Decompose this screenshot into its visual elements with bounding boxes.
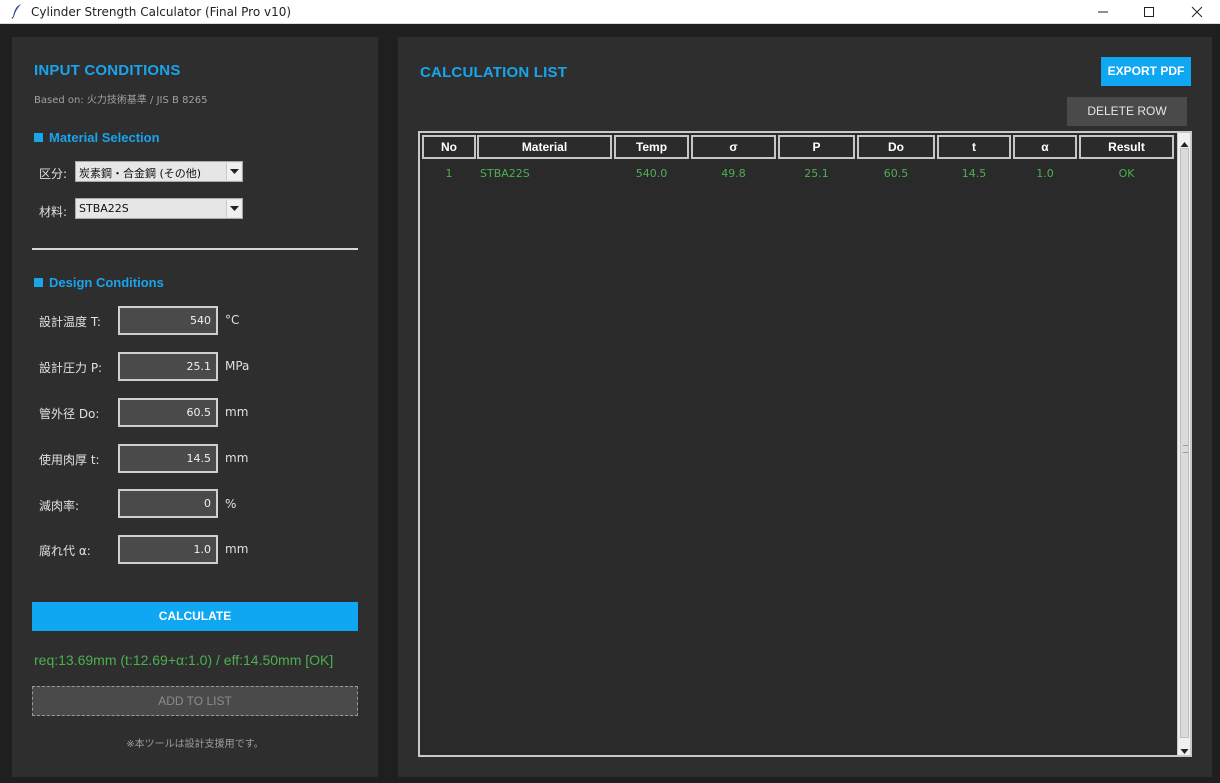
table-cell-result[interactable]: OK [1079,167,1174,180]
table-cell-pressure[interactable]: 25.1 [778,167,855,180]
column-header-alpha[interactable]: α [1013,135,1077,159]
outer-diameter-unit: mm [225,405,249,419]
calculation-result: req:13.69mm (t:12.69+α:1.0) / eff:14.50m… [34,652,334,668]
calculate-button[interactable]: CALCULATE [32,602,358,631]
input-panel: INPUT CONDITIONS Based on: 火力技術基準 / JIS … [12,37,378,777]
disclaimer-note: ※本ツールは設計支援用です。 [126,739,264,750]
corrosion-allowance-unit: mm [225,542,249,556]
minimize-icon [1098,11,1108,13]
minimize-button[interactable] [1080,0,1126,24]
table-cell-do[interactable]: 60.5 [857,167,935,180]
pressure-label: 設計圧力 P: [39,361,103,375]
table-cell-t[interactable]: 14.5 [937,167,1011,180]
window-title: Cylinder Strength Calculator (Final Pro … [31,5,292,19]
add-to-list-button[interactable]: ADD TO LIST [32,686,358,716]
design-section-title: Design Conditions [34,275,164,290]
thinning-rate-unit: % [225,497,237,511]
table-cell-alpha[interactable]: 1.0 [1013,167,1077,180]
corrosion-allowance-label: 腐れ代 α: [39,544,91,558]
square-bullet-icon [34,278,43,287]
vertical-scrollbar[interactable] [1177,133,1190,755]
title-bar: Cylinder Strength Calculator (Final Pro … [0,0,1220,24]
column-header-no[interactable]: No [422,135,476,159]
chevron-down-icon[interactable] [226,163,241,180]
column-header-do[interactable]: Do [857,135,935,159]
category-value: 炭素鋼・合金鋼 (その他) [79,167,202,180]
column-header-temp[interactable]: Temp [614,135,689,159]
table-cell-material[interactable]: STBA22S [480,167,615,180]
chevron-down-icon[interactable] [226,200,241,217]
material-value: STBA22S [79,202,129,215]
scrollbar-grip [1183,445,1188,453]
category-label: 区分: [39,167,68,181]
calculation-list-header: CALCULATION LIST [420,64,568,81]
based-on-text: Based on: 火力技術基準 / JIS B 8265 [34,95,208,106]
category-combobox[interactable]: 炭素鋼・合金鋼 (その他) [75,161,243,182]
export-pdf-button[interactable]: EXPORT PDF [1101,57,1191,86]
feather-icon [10,3,24,19]
close-icon [1191,6,1203,18]
scroll-down-icon[interactable] [1179,742,1190,754]
thinning-rate-input[interactable]: 0 [118,489,218,518]
temperature-unit: °C [225,313,240,327]
square-bullet-icon [34,133,43,142]
column-header-pressure[interactable]: P [778,135,855,159]
table-cell-temp[interactable]: 540.0 [614,167,689,180]
thickness-label: 使用肉厚 t: [39,453,100,467]
material-label: 材料: [39,205,68,219]
pressure-input[interactable]: 25.1 [118,352,218,381]
outer-diameter-label: 管外径 Do: [39,407,100,421]
divider [32,248,358,250]
input-conditions-header: INPUT CONDITIONS [34,62,181,79]
material-section-title: Material Selection [34,130,160,145]
outer-diameter-input[interactable]: 60.5 [118,398,218,427]
table-cell-sigma[interactable]: 49.8 [691,167,776,180]
corrosion-allowance-input[interactable]: 1.0 [118,535,218,564]
material-combobox[interactable]: STBA22S [75,198,243,219]
maximize-icon [1144,7,1154,17]
column-header-sigma[interactable]: σ [691,135,776,159]
column-header-material[interactable]: Material [477,135,612,159]
thickness-input[interactable]: 14.5 [118,444,218,473]
delete-row-button[interactable]: DELETE ROW [1067,97,1187,126]
scrollbar-thumb[interactable] [1180,148,1189,738]
temperature-label: 設計温度 T: [39,315,101,329]
pressure-unit: MPa [225,359,250,373]
column-header-result[interactable]: Result [1079,135,1174,159]
scroll-up-icon[interactable] [1179,135,1190,147]
calculation-table[interactable]: No Material Temp σ P Do t α Result 1 STB… [418,131,1192,757]
close-button[interactable] [1174,0,1220,24]
thickness-unit: mm [225,451,249,465]
column-header-t[interactable]: t [937,135,1011,159]
table-cell-no[interactable]: 1 [422,167,476,180]
list-panel: CALCULATION LIST EXPORT PDF DELETE ROW N… [398,37,1212,777]
temperature-input[interactable]: 540 [118,306,218,335]
maximize-button[interactable] [1126,0,1172,24]
thinning-rate-label: 減肉率: [39,499,80,513]
window-body: INPUT CONDITIONS Based on: 火力技術基準 / JIS … [0,25,1220,783]
